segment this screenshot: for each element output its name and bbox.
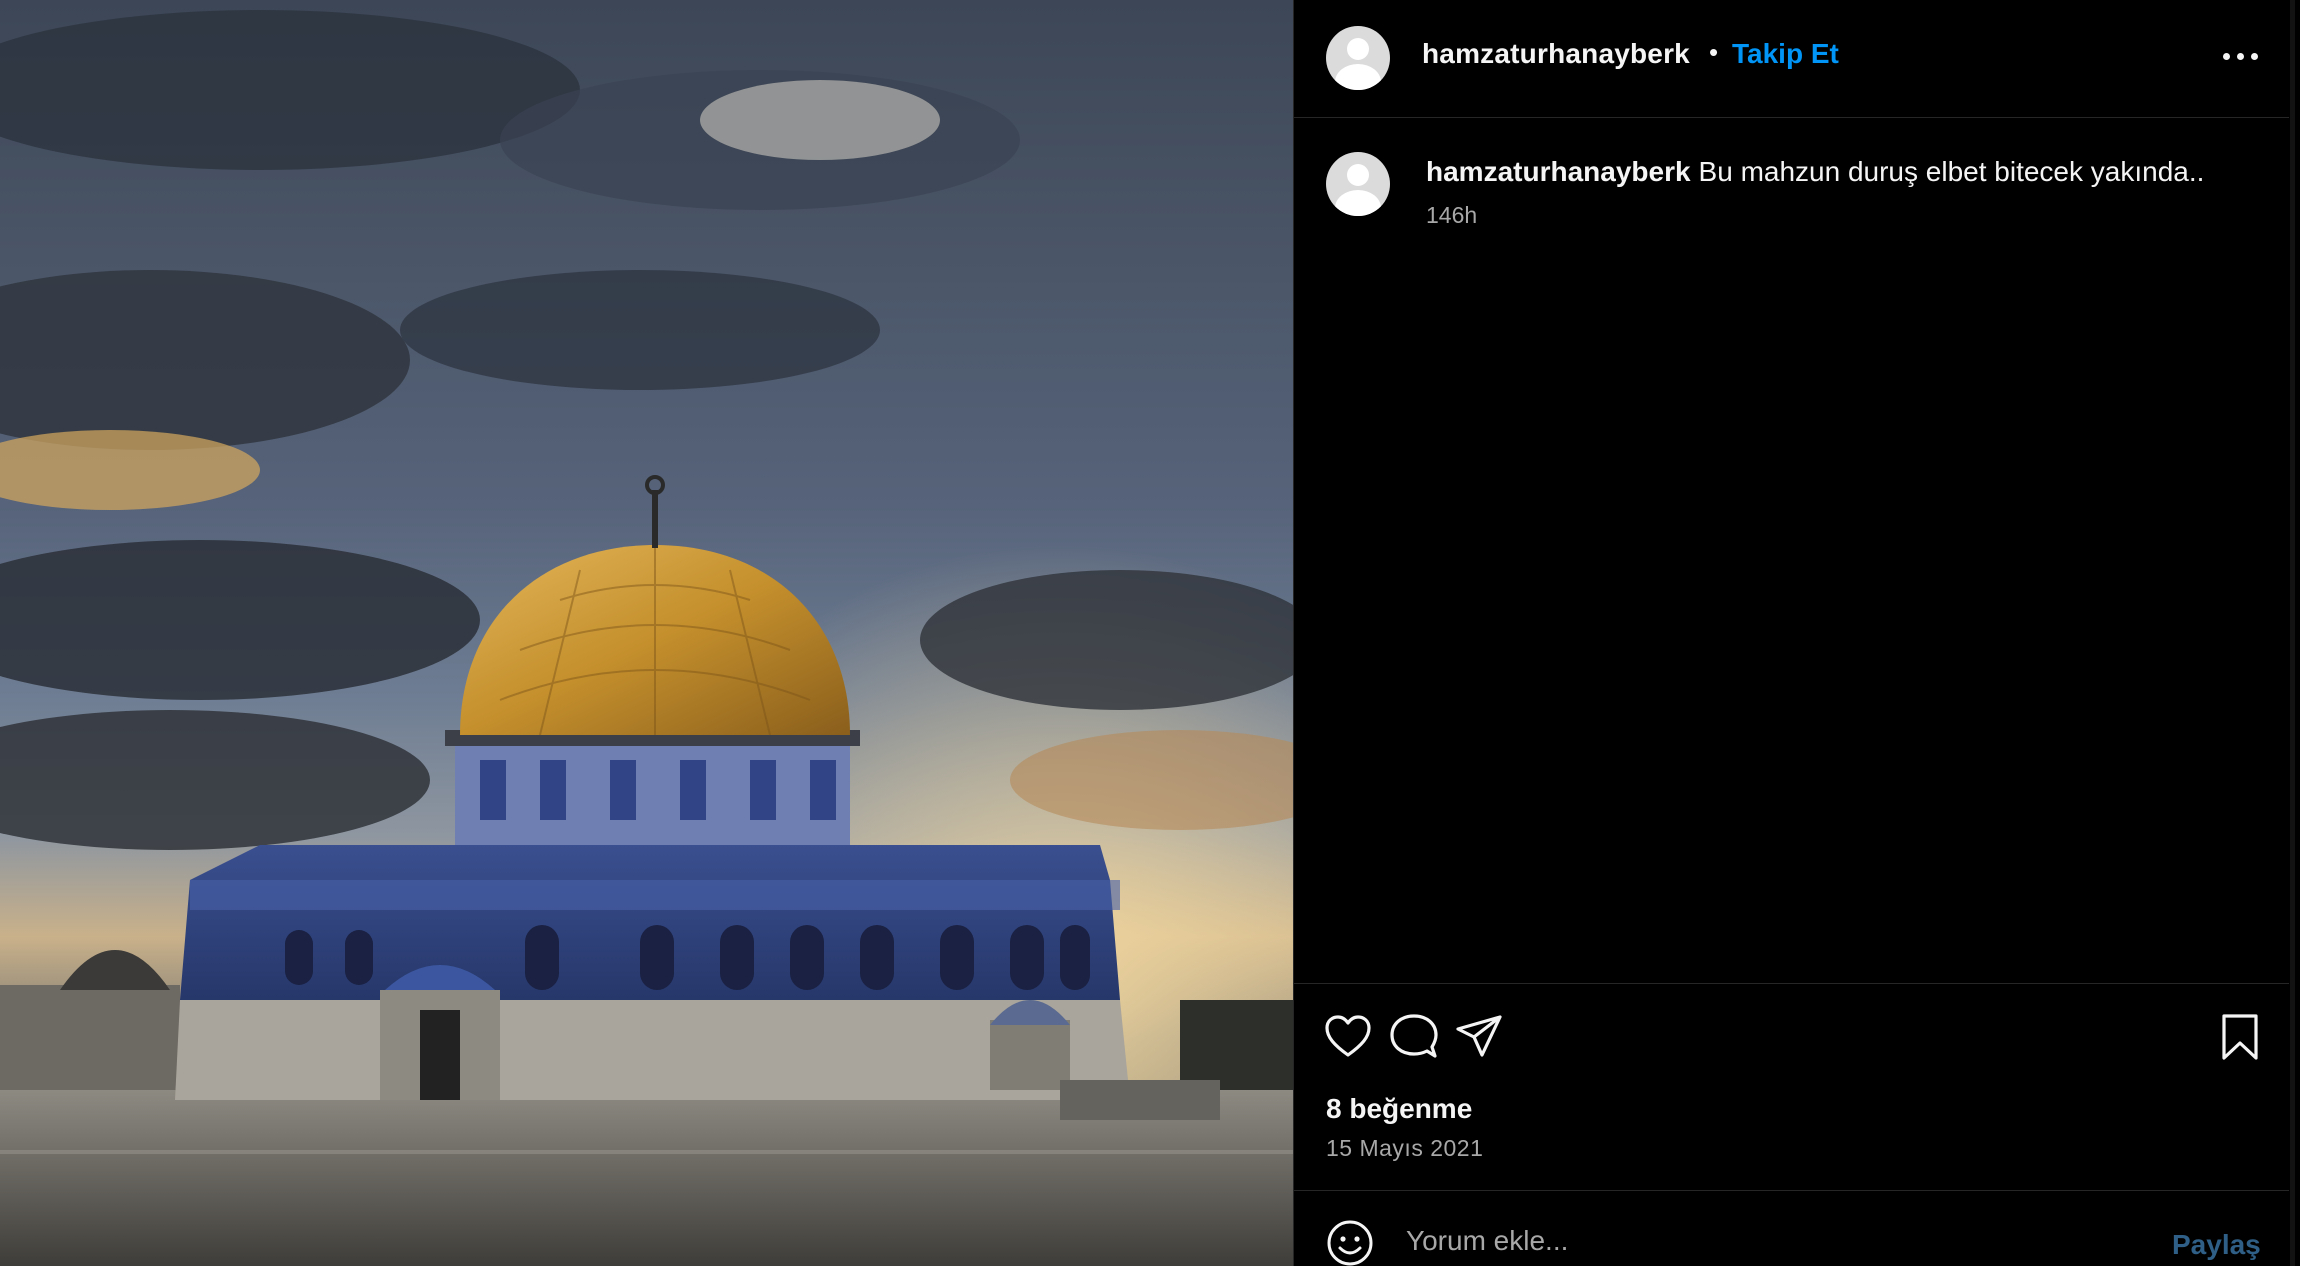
avatar-head-shape: [1347, 38, 1369, 60]
post-panel: hamzaturhanayberk • Takip Et hamzaturhan…: [1293, 0, 2295, 1266]
post-date: 15 Mayıs 2021: [1326, 1135, 1484, 1161]
comment-icon[interactable]: [1388, 1011, 1440, 1063]
caption-text-line: hamzaturhanayberk Bu mahzun duruş elbet b…: [1426, 156, 2266, 188]
header-separator: •: [1709, 37, 1719, 67]
comment-input[interactable]: [1406, 1215, 2106, 1266]
dome-of-the-rock-photo: [0, 0, 1293, 1266]
post-username[interactable]: hamzaturhanayberk: [1422, 38, 1690, 70]
bookmark-icon[interactable]: [2214, 1011, 2266, 1063]
more-options-icon[interactable]: [2221, 45, 2261, 69]
caption-username[interactable]: hamzaturhanayberk: [1426, 156, 1691, 187]
post-image[interactable]: [0, 0, 1293, 1266]
comment-bar: Paylaş: [1294, 1190, 2289, 1266]
follow-button[interactable]: Takip Et: [1732, 38, 1839, 70]
caption-text: Bu mahzun duruş elbet bitecek yakında..: [1698, 156, 2205, 187]
caption-timestamp[interactable]: 146h: [1426, 202, 1477, 229]
heart-icon[interactable]: [1322, 1011, 1374, 1063]
panel-scrollbar[interactable]: [2290, 0, 2295, 1266]
avatar-head-shape: [1347, 164, 1369, 186]
instagram-post-view: hamzaturhanayberk • Takip Et hamzaturhan…: [0, 0, 2300, 1266]
action-bar: [1294, 983, 2289, 1083]
likes-count[interactable]: 8 beğenme: [1326, 1093, 1472, 1125]
emoji-icon[interactable]: [1326, 1219, 1374, 1266]
send-icon[interactable]: [1454, 1011, 1506, 1063]
caption-avatar[interactable]: [1326, 152, 1390, 216]
user-avatar[interactable]: [1326, 26, 1390, 90]
avatar-body-shape: [1335, 190, 1381, 216]
post-header: hamzaturhanayberk • Takip Et: [1294, 0, 2289, 118]
post-comment-button[interactable]: Paylaş: [2172, 1229, 2261, 1261]
avatar-body-shape: [1335, 64, 1381, 90]
